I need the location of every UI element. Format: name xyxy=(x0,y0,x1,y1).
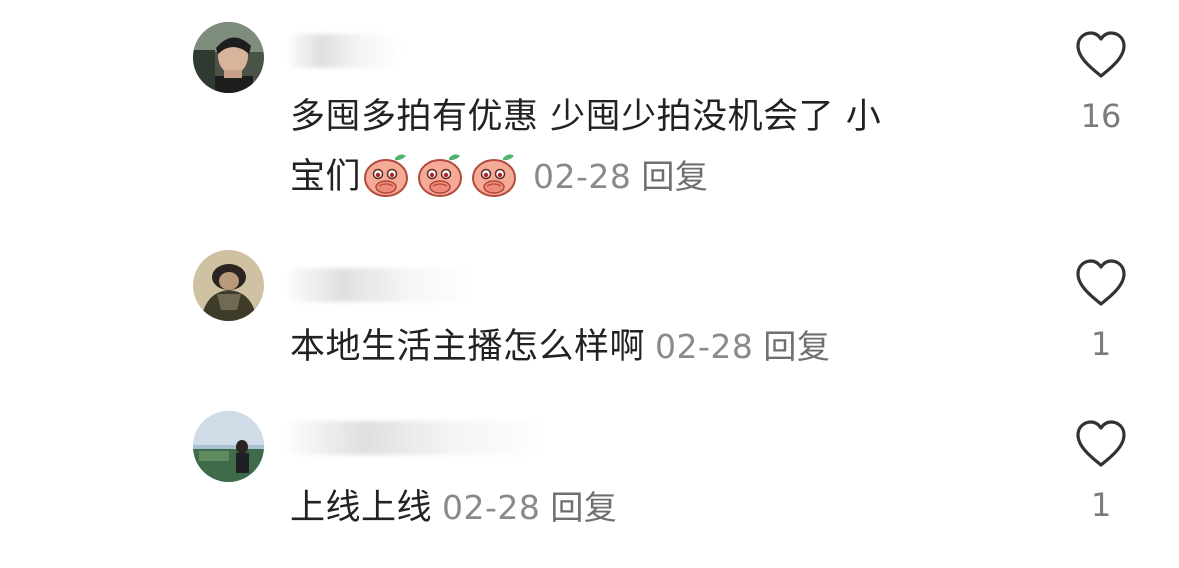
avatar[interactable] xyxy=(193,22,264,93)
like-count: 1 xyxy=(1090,325,1112,363)
peach-emoji-icon xyxy=(469,150,521,198)
avatar-photo xyxy=(193,22,264,93)
username-blurred[interactable] xyxy=(288,268,468,302)
avatar[interactable] xyxy=(193,411,264,482)
reply-button[interactable]: 回复 xyxy=(641,157,708,196)
like-count: 1 xyxy=(1090,486,1112,524)
comment-body: 本地生活主播怎么样啊 xyxy=(290,327,646,367)
comment-date: 02-28 xyxy=(442,488,541,527)
username-blurred[interactable] xyxy=(288,34,398,68)
comment-text: 多囤多拍有优惠 少囤少拍没机会了 小 宝们 02-28 回复 xyxy=(290,87,1010,207)
avatar-photo xyxy=(193,250,264,321)
comment-text-line1: 多囤多拍有优惠 少囤少拍没机会了 小 xyxy=(290,97,882,137)
comment-text: 本地生活主播怎么样啊 02-28 回复 xyxy=(290,317,1010,377)
reply-button[interactable]: 回复 xyxy=(550,488,617,527)
comment-date: 02-28 xyxy=(533,157,632,196)
like-button[interactable]: 16 xyxy=(1070,30,1132,136)
comment-text: 上线上线 02-28 回复 xyxy=(290,478,1010,538)
like-count: 16 xyxy=(1080,97,1122,135)
heart-outline-icon xyxy=(1076,420,1126,467)
heart-outline-icon xyxy=(1076,259,1126,306)
like-button[interactable]: 1 xyxy=(1070,258,1132,364)
like-button[interactable]: 1 xyxy=(1070,419,1132,525)
peach-emoji-icon xyxy=(415,150,467,198)
heart-outline-icon xyxy=(1076,31,1126,78)
comment-body: 上线上线 xyxy=(290,488,433,528)
avatar[interactable] xyxy=(193,250,264,321)
reply-button[interactable]: 回复 xyxy=(763,327,830,366)
avatar-photo xyxy=(193,411,264,482)
comment-date: 02-28 xyxy=(655,327,754,366)
username-blurred[interactable] xyxy=(288,421,543,455)
comment-list: 多囤多拍有优惠 少囤少拍没机会了 小 宝们 02-28 回复 16 本地生活主播… xyxy=(0,0,1179,568)
peach-emoji-icon xyxy=(361,150,413,198)
comment-text-line2: 宝们 xyxy=(290,157,362,197)
